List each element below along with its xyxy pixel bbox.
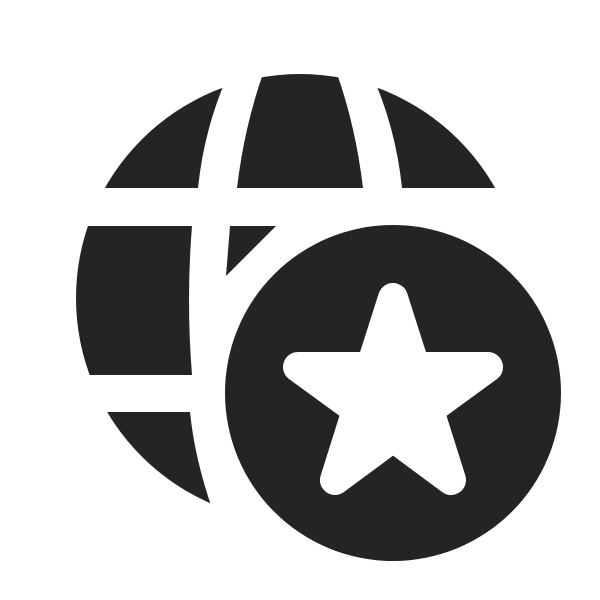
icon-canvas [0, 0, 600, 600]
globe-star-icon [76, 74, 583, 583]
star-badge [203, 203, 583, 583]
